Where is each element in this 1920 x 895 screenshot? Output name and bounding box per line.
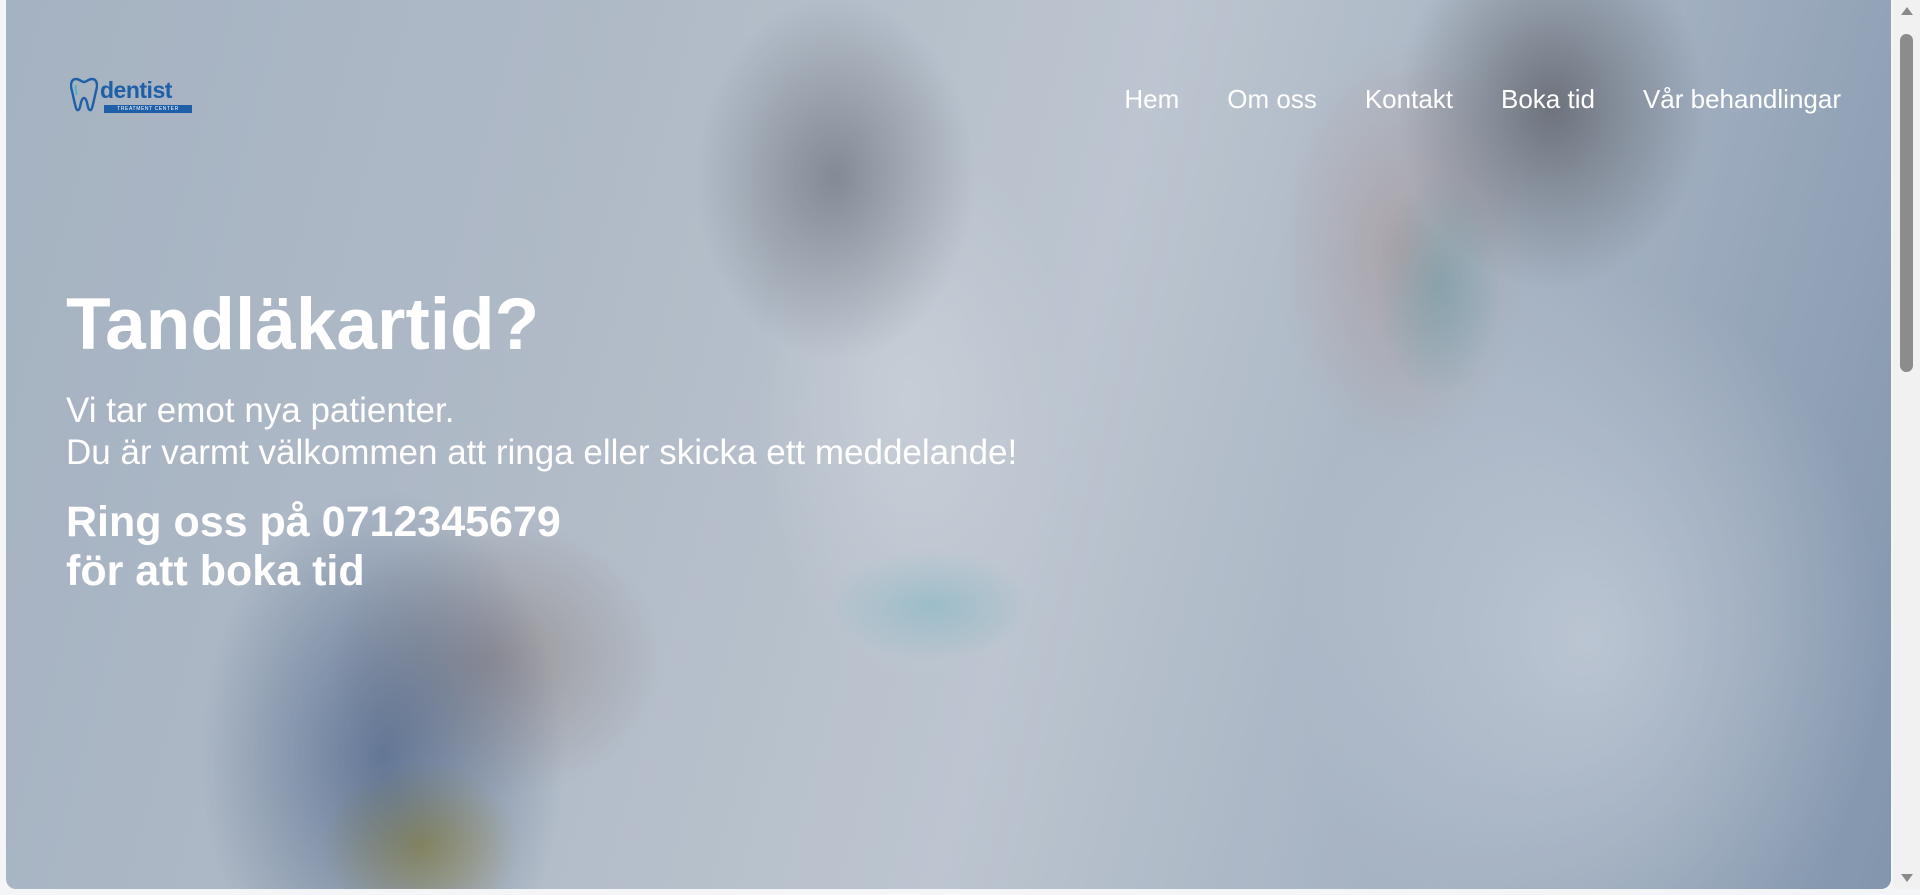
nav-item-behandlingar[interactable]: Vår behandlingar [1643,84,1841,115]
scrollbar-thumb[interactable] [1900,34,1913,372]
hero-booking-line: för att boka tid [66,547,365,595]
tooth-icon [70,77,98,112]
nav-item-kontakt[interactable]: Kontakt [1365,84,1453,115]
hero-text-line-1: Vi tar emot nya patienter. [66,391,455,430]
main-navigation: Hem Om oss Kontakt Boka tid Vår behandli… [1076,84,1841,115]
hero-phone-line: Ring oss på 0712345679 [66,498,561,546]
logo-tagline: TREATMENT CENTER [104,105,192,113]
hero-call-to-action: Ring oss på 0712345679 för att boka tid [66,498,1017,596]
site-header: dentist TREATMENT CENTER Hem Om oss Kont… [6,0,1891,200]
nav-item-hem[interactable]: Hem [1124,84,1179,115]
nav-item-boka-tid[interactable]: Boka tid [1501,84,1595,115]
scroll-down-arrow-icon[interactable] [1901,874,1913,882]
nav-item-om-oss[interactable]: Om oss [1227,84,1317,115]
hero-description: Vi tar emot nya patienter. Du är varmt v… [66,390,1017,474]
browser-viewport: dentist TREATMENT CENTER Hem Om oss Kont… [0,0,1920,895]
hero-content: Tandläkartid? Vi tar emot nya patienter.… [66,282,1017,596]
scroll-up-arrow-icon[interactable] [1901,7,1913,15]
vertical-scrollbar[interactable] [1893,0,1920,889]
logo-wordmark: dentist [100,77,172,103]
dentist-logo[interactable]: dentist TREATMENT CENTER [70,76,196,116]
hero-section: dentist TREATMENT CENTER Hem Om oss Kont… [6,0,1891,889]
hero-title: Tandläkartid? [66,284,540,365]
hero-text-line-2: Du är varmt välkommen att ringa eller sk… [66,433,1018,472]
